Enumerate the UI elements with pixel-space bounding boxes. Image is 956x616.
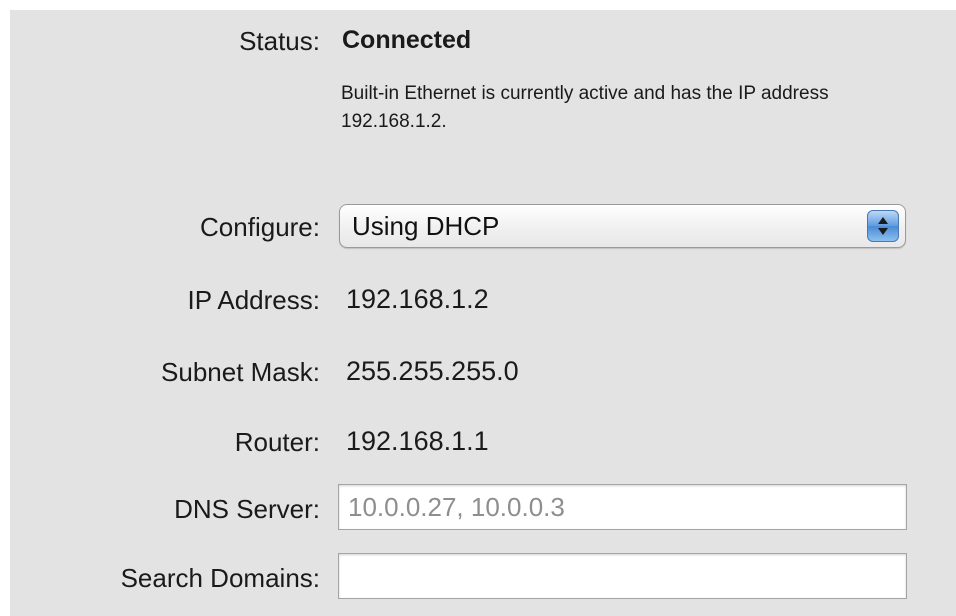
- dns-server-field[interactable]: [338, 484, 907, 530]
- router-label: Router:: [234, 427, 320, 457]
- configure-popup-button[interactable]: Using DHCP: [339, 204, 906, 248]
- status-value: Connected: [342, 26, 472, 54]
- status-label: Status:: [239, 26, 320, 56]
- subnet-mask-label: Subnet Mask:: [161, 357, 320, 387]
- search-domains-field[interactable]: [338, 553, 907, 599]
- ip-address-value: 192.168.1.2: [346, 284, 489, 314]
- dns-server-label: DNS Server:: [174, 494, 320, 524]
- subnet-mask-value: 255.255.255.0: [346, 356, 519, 386]
- router-value: 192.168.1.1: [346, 426, 489, 456]
- ip-address-label: IP Address:: [187, 285, 321, 315]
- network-settings-panel: Status: Connected Built-in Ethernet is c…: [10, 10, 956, 616]
- status-description: Built-in Ethernet is currently active an…: [341, 83, 829, 132]
- arrow-up-icon: [878, 217, 888, 224]
- configure-label: Configure:: [200, 212, 320, 242]
- configure-selected-value: Using DHCP: [352, 211, 500, 241]
- search-domains-label: Search Domains:: [120, 563, 320, 593]
- window-frame: Status: Connected Built-in Ethernet is c…: [0, 0, 956, 616]
- arrow-down-icon: [878, 228, 888, 235]
- up-down-arrows-icon[interactable]: [867, 210, 899, 242]
